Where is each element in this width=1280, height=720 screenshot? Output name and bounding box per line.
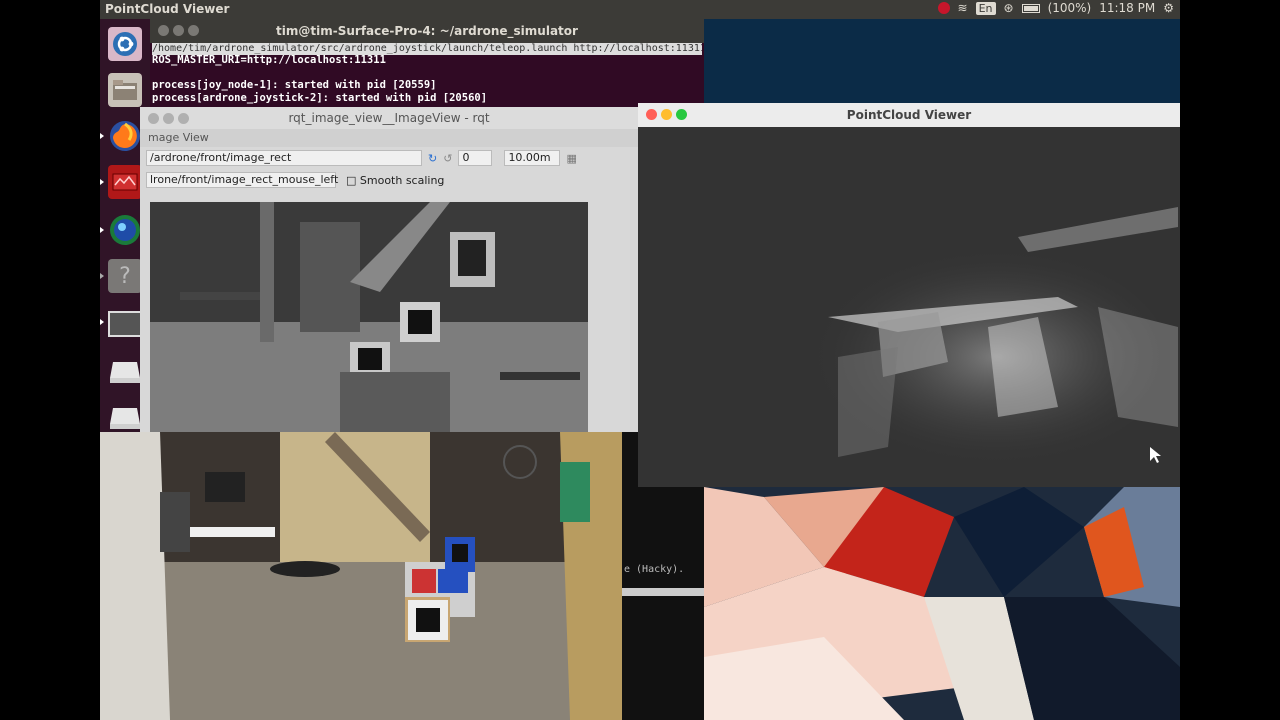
minimize-icon[interactable] [661, 109, 672, 120]
terminal-titlebar[interactable]: tim@tim-Surface-Pro-4: ~/ardrone_simulat… [150, 19, 704, 43]
external-camera-video [100, 432, 622, 720]
rqt-title: rqt_image_view__ImageView - rqt [288, 111, 490, 125]
window-controls [646, 109, 687, 120]
desktop-wallpaper [704, 487, 1180, 720]
rotate-icon[interactable]: ↺ [443, 152, 452, 165]
record-icon[interactable] [937, 2, 950, 14]
background-terminal-bar [620, 588, 704, 596]
terminal-line: process[ardrone_joystick-2]: started wit… [152, 91, 488, 104]
refresh-icon[interactable]: ↻ [428, 152, 437, 165]
ubuntu-dash-icon[interactable] [108, 27, 142, 61]
firefox-icon[interactable] [108, 119, 142, 153]
terminal-line: ROS_MASTER_URI=http://localhost:11311 [152, 54, 386, 66]
rqt-window[interactable]: rqt_image_view__ImageView - rqt mage Vie… [140, 107, 638, 432]
drive-icon[interactable] [108, 355, 142, 389]
rqt-titlebar[interactable]: rqt_image_view__ImageView - rqt [140, 107, 638, 129]
workspace-icon[interactable] [108, 307, 142, 341]
background-terminal-text: e (Hacky). [624, 564, 685, 575]
drive-icon-2[interactable] [108, 401, 142, 435]
pointcloud-title: PointCloud Viewer [846, 108, 972, 122]
mouse-topic-input[interactable]: lrone/front/image_rect_mouse_left [146, 172, 338, 188]
pointcloud-canvas[interactable] [638, 127, 1180, 487]
bluetooth-icon[interactable]: ⊛ [1004, 1, 1014, 15]
rqt-toolbar: /ardrone/front/image_rect ↻ ↺ 0 10.00m ▦ [140, 147, 638, 169]
launcher-pip [100, 133, 104, 139]
close-icon[interactable] [148, 113, 159, 124]
window-controls [158, 25, 199, 36]
app-icon[interactable] [108, 165, 142, 199]
launcher-pip [100, 273, 104, 279]
battery-percent: (100%) [1047, 1, 1092, 15]
maximize-icon[interactable] [676, 109, 687, 120]
keyboard-layout-indicator[interactable]: En [975, 1, 996, 15]
topic-select[interactable]: /ardrone/front/image_rect [146, 150, 422, 166]
rqt-toolbar-2: lrone/front/image_rect_mouse_left □ Smoo… [140, 169, 638, 191]
clock[interactable]: 11:18 PM [1099, 1, 1155, 15]
battery-icon[interactable] [1021, 3, 1040, 13]
wifi-icon[interactable]: ≋ [958, 1, 968, 15]
smooth-scaling-label: Smooth scaling [359, 173, 445, 187]
zoom-spinbox[interactable]: 10.00m [504, 150, 561, 166]
help-icon[interactable]: ? [108, 259, 142, 293]
desktop: PointCloud Viewer ≋ En ⊛ (100%) 11:18 PM… [100, 0, 1180, 720]
terminal-output[interactable]: ROS_MASTER_URI=http://localhost:11311 pr… [152, 54, 487, 104]
maximize-icon[interactable] [188, 25, 199, 36]
maximize-icon[interactable] [178, 113, 189, 124]
terminal-title: tim@tim-Surface-Pro-4: ~/ardrone_simulat… [276, 24, 578, 38]
smooth-scaling-checkbox[interactable]: □ Smooth scaling [346, 174, 444, 187]
terminal-window[interactable]: tim@tim-Surface-Pro-4: ~/ardrone_simulat… [150, 19, 704, 114]
rqt-plugin-title: mage View [148, 131, 209, 144]
rqt-plugin-header: mage View [140, 129, 638, 147]
settings-gear-icon[interactable]: ⚙ [1163, 1, 1174, 15]
pointcloud-titlebar[interactable]: PointCloud Viewer [638, 103, 1180, 127]
launcher-pip [100, 319, 104, 325]
window-controls [148, 113, 189, 124]
drone-camera-image[interactable] [150, 202, 588, 432]
active-app-name: PointCloud Viewer [105, 2, 230, 16]
close-icon[interactable] [158, 25, 169, 36]
minimize-icon[interactable] [163, 113, 174, 124]
launcher-pip [100, 179, 104, 185]
pointcloud-viewer-window[interactable]: PointCloud Viewer [638, 103, 1180, 487]
launcher-pip [100, 227, 104, 233]
save-icon[interactable]: ▦ [566, 152, 576, 165]
close-icon[interactable] [646, 109, 657, 120]
system-tray: ≋ En ⊛ (100%) 11:18 PM ⚙ [937, 1, 1174, 15]
rotation-spinbox[interactable]: 0 [458, 150, 493, 166]
minimize-icon[interactable] [173, 25, 184, 36]
terminal-line: process[joy_node-1]: started with pid [2… [152, 79, 437, 91]
globe-icon[interactable] [108, 213, 142, 247]
top-panel: PointCloud Viewer ≋ En ⊛ (100%) 11:18 PM… [100, 0, 1180, 19]
files-icon[interactable] [108, 73, 142, 107]
